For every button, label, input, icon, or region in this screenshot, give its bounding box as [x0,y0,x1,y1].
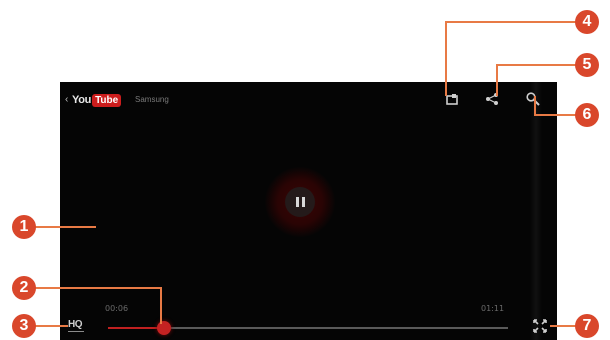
callout-3: 3 [12,314,36,338]
pause-icon [295,197,299,207]
seek-bar-played [108,327,164,329]
leader-line-5 [496,64,578,66]
app-logo: You Tube [72,92,122,108]
leader-line-5-drop [496,64,498,96]
fullscreen-icon[interactable] [532,318,548,334]
figure: ‹ You Tube Samsung 00:06 01:11 HQ 1 2 3 … [0,0,610,340]
leader-line-4 [445,21,578,23]
pause-icon [301,197,305,207]
leader-line-2 [34,287,161,289]
app-logo-you: You [72,94,92,106]
pause-button[interactable] [285,187,315,217]
callout-7: 7 [575,314,599,338]
elapsed-time: 00:06 [105,304,129,313]
leader-line-6-rise [534,96,536,116]
total-time: 01:11 [481,304,505,313]
app-logo-tube: Tube [92,93,122,107]
search-icon[interactable] [525,91,541,107]
leader-line-3 [34,325,68,327]
callout-4: 4 [575,10,599,34]
leader-line-2-drop [160,287,162,324]
leader-line-1 [34,226,96,228]
hq-underline [68,331,84,332]
leader-line-4-drop [445,21,447,96]
callout-5: 5 [575,53,599,77]
callout-1: 1 [12,215,36,239]
video-player[interactable]: ‹ You Tube Samsung 00:06 01:11 HQ [60,82,557,340]
callout-2: 2 [12,276,36,300]
chevron-left-icon[interactable]: ‹ [65,95,68,105]
leader-line-6 [534,114,578,116]
callout-6: 6 [575,103,599,127]
seek-bar[interactable] [108,321,508,335]
hq-button[interactable]: HQ [68,319,83,330]
screen-glare [530,82,542,340]
channel-name: Samsung [135,95,169,104]
